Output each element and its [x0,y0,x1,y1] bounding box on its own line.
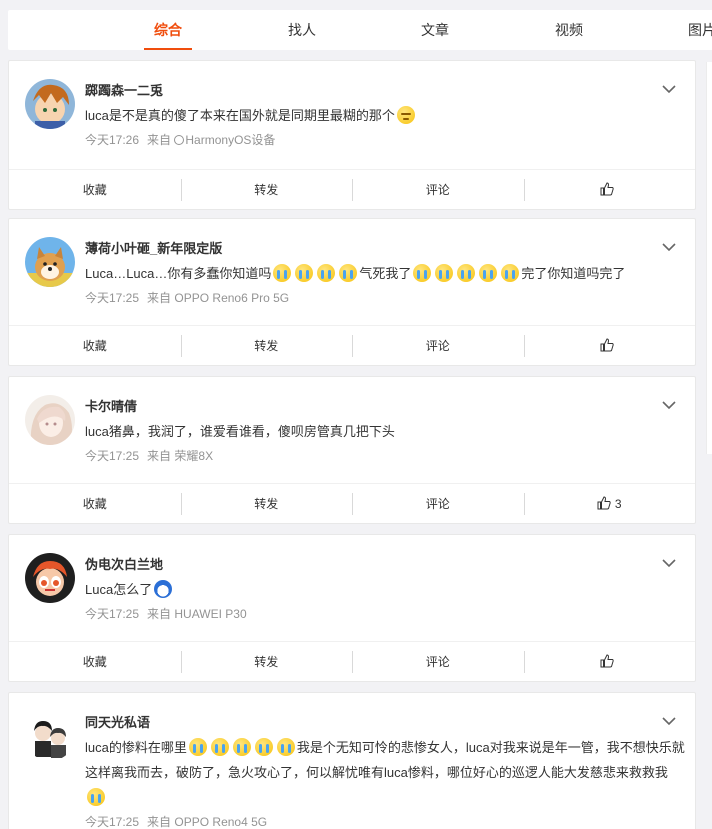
repost-button[interactable]: 转发 [180,178,353,201]
post-meta: 今天17:25 来自 OPPO Reno6 Pro 5G [85,291,290,305]
post-card: 卡尔晴倩 luca猪鼻，我润了，谁爱看谁看，傻呗房管真几把下头 今天17:25 来… [8,376,696,524]
repost-button[interactable]: 转发 [180,334,353,357]
post-card: 薄荷小叶砸_新年限定版 Luca…Luca…你有多蠢你知道吗 气死我了 完了你知道吗… [8,218,696,366]
crying-emoji-icon [87,788,105,806]
post-actions: 收藏 转发 评论 3 [9,483,695,523]
crying-emoji-icon [413,264,432,282]
post-device[interactable]: HarmonyOS设备 [185,133,275,147]
post-meta: 今天17:26 来自 HarmonyOS设备 [85,133,276,147]
crying-emoji-icon [295,264,314,282]
post-meta: 今天17:25 来自 荣耀8X [85,449,214,463]
post-text: Luca…Luca…你有多蠢你知道吗 气死我了 完了你知道吗完了 [85,264,626,282]
crying-emoji-icon [232,738,251,756]
crying-emoji-icon [479,264,498,282]
repost-button[interactable]: 转发 [180,650,353,673]
post-card: 踯躅森一二兎 luca是不是真的傻了本来在国外就是同期里最糊的那个 今天17:2… [8,60,696,210]
post-meta: 今天17:25 来自 OPPO Reno4 5G [85,815,268,829]
like-button[interactable] [523,178,696,201]
post-text: luca猪鼻，我润了，谁爱看谁看，傻呗房管真几把下头 [85,424,395,439]
post-card: 同天光私语 luca的惨料在哪里 我是个无知可怜的悲惨女人，luca对我来说是年一… [8,692,696,829]
user-avatar[interactable] [25,711,75,761]
post-actions: 收藏 转发 评论 [9,169,695,209]
chevron-down-icon[interactable] [661,239,677,255]
user-avatar[interactable] [25,553,75,603]
post-time[interactable]: 今天17:26 [85,133,139,147]
emoji-icon [396,106,415,124]
username[interactable]: 伪电次白兰地 [85,554,163,573]
post-device[interactable]: 荣耀8X [174,449,213,463]
post-card: 伪电次白兰地 Luca怎么了 今天17:25 来自 HUAWEI P30 收藏 转… [8,534,696,682]
comment-button[interactable]: 评论 [352,334,524,357]
thumbs-up-icon [600,337,614,351]
chevron-down-icon[interactable] [661,81,677,97]
crying-emoji-icon [457,264,476,282]
post-actions: 收藏 转发 评论 [9,641,695,681]
post-text: luca的惨料在哪里 我是个无知可怜的悲惨女人，luca对我来说是年一管，我不想快… [85,735,685,810]
post-time[interactable]: 今天17:25 [85,291,139,305]
like-button[interactable] [523,650,696,673]
crying-emoji-icon [254,738,273,756]
chevron-down-icon[interactable] [661,397,677,413]
tab-videos[interactable]: 视频 [537,10,601,50]
username[interactable]: 踯躅森一二兎 [85,80,163,99]
crying-emoji-icon [273,264,292,282]
harmonyos-icon [174,135,185,145]
like-button[interactable]: 3 [523,492,696,515]
crying-emoji-icon [435,264,454,282]
favorite-button[interactable]: 收藏 [9,179,181,201]
crying-emoji-icon [210,738,229,756]
like-button[interactable] [523,334,696,357]
post-time[interactable]: 今天17:25 [85,815,139,829]
repost-button[interactable]: 转发 [180,492,353,515]
crying-emoji-icon [188,738,207,756]
crying-emoji-icon [317,264,336,282]
crying-emoji-icon [339,264,358,282]
post-time[interactable]: 今天17:25 [85,449,139,463]
tab-images[interactable]: 图片 [670,10,712,50]
username[interactable]: 同天光私语 [85,712,150,731]
thumbs-up-icon [600,653,614,667]
doraemon-emoji-icon [154,580,173,598]
tab-users[interactable]: 找人 [270,10,334,50]
post-text: luca是不是真的傻了本来在国外就是同期里最糊的那个 [85,103,685,128]
tab-articles[interactable]: 文章 [403,10,467,50]
sidebar-edge [706,62,712,454]
favorite-button[interactable]: 收藏 [9,651,181,673]
favorite-button[interactable]: 收藏 [9,335,181,357]
comment-button[interactable]: 评论 [352,492,524,515]
post-actions: 收藏 转发 评论 [9,325,695,365]
user-avatar[interactable] [25,79,75,129]
chevron-down-icon[interactable] [661,713,677,729]
post-device[interactable]: HUAWEI P30 [174,607,246,621]
username[interactable]: 卡尔晴倩 [85,396,137,415]
like-count: 3 [614,496,622,511]
user-avatar[interactable] [25,395,75,445]
chevron-down-icon[interactable] [661,555,677,571]
user-avatar[interactable] [25,237,75,287]
post-device[interactable]: OPPO Reno4 5G [174,815,267,829]
username[interactable]: 薄荷小叶砸_新年限定版 [85,238,222,257]
comment-button[interactable]: 评论 [352,650,524,673]
post-text: Luca怎么了 [85,577,685,602]
search-tab-bar: 综合 找人 文章 视频 图片 [8,10,712,50]
crying-emoji-icon [276,738,295,756]
comment-button[interactable]: 评论 [352,178,524,201]
post-meta: 今天17:25 来自 HUAWEI P30 [85,607,247,621]
thumbs-up-icon [597,495,611,509]
crying-emoji-icon [501,264,520,282]
post-device[interactable]: OPPO Reno6 Pro 5G [174,291,289,305]
favorite-button[interactable]: 收藏 [9,493,181,515]
thumbs-up-icon [600,181,614,195]
tab-comprehensive[interactable]: 综合 [136,10,200,50]
post-time[interactable]: 今天17:25 [85,607,139,621]
